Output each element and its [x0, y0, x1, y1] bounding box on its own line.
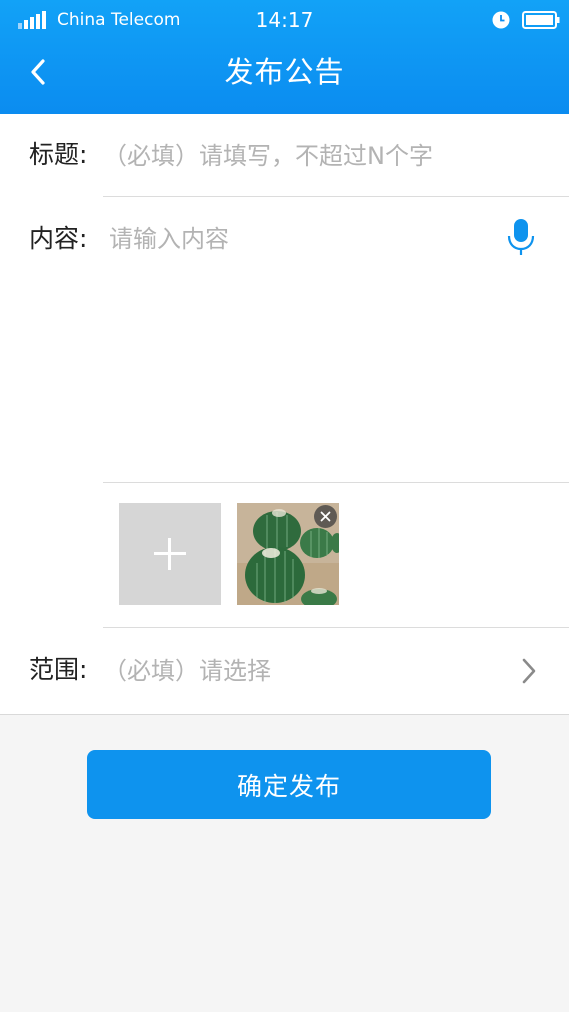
announcement-form: 标题: （必填）请填写，不超过N个字 内容: 请输入内容 范围: （必填）请选择 [0, 114, 569, 715]
remove-image-button[interactable] [314, 505, 337, 528]
microphone-icon[interactable] [506, 218, 536, 256]
alarm-icon [492, 11, 510, 29]
publish-button[interactable]: 确定发布 [87, 750, 491, 819]
status-bar: China Telecom 14:17 [0, 0, 569, 40]
scope-select[interactable]: （必填）请选择 [103, 656, 271, 686]
add-image-button[interactable] [119, 503, 221, 605]
content-label: 内容: [29, 224, 88, 253]
chevron-right-icon[interactable] [520, 657, 538, 685]
title-input[interactable]: （必填）请填写，不超过N个字 [103, 141, 433, 171]
title-label: 标题: [29, 140, 88, 169]
divider [103, 482, 569, 483]
content-textarea[interactable]: 请输入内容 [109, 224, 229, 254]
battery-icon [522, 11, 560, 29]
page-title: 发布公告 [224, 55, 345, 89]
nav-bar: 发布公告 [0, 40, 569, 114]
divider [103, 196, 569, 197]
app-header: China Telecom 14:17 发布公告 [0, 0, 569, 114]
status-time: 14:17 [255, 8, 314, 32]
scope-label: 范围: [29, 655, 88, 684]
divider [103, 627, 569, 628]
close-icon [320, 511, 331, 522]
